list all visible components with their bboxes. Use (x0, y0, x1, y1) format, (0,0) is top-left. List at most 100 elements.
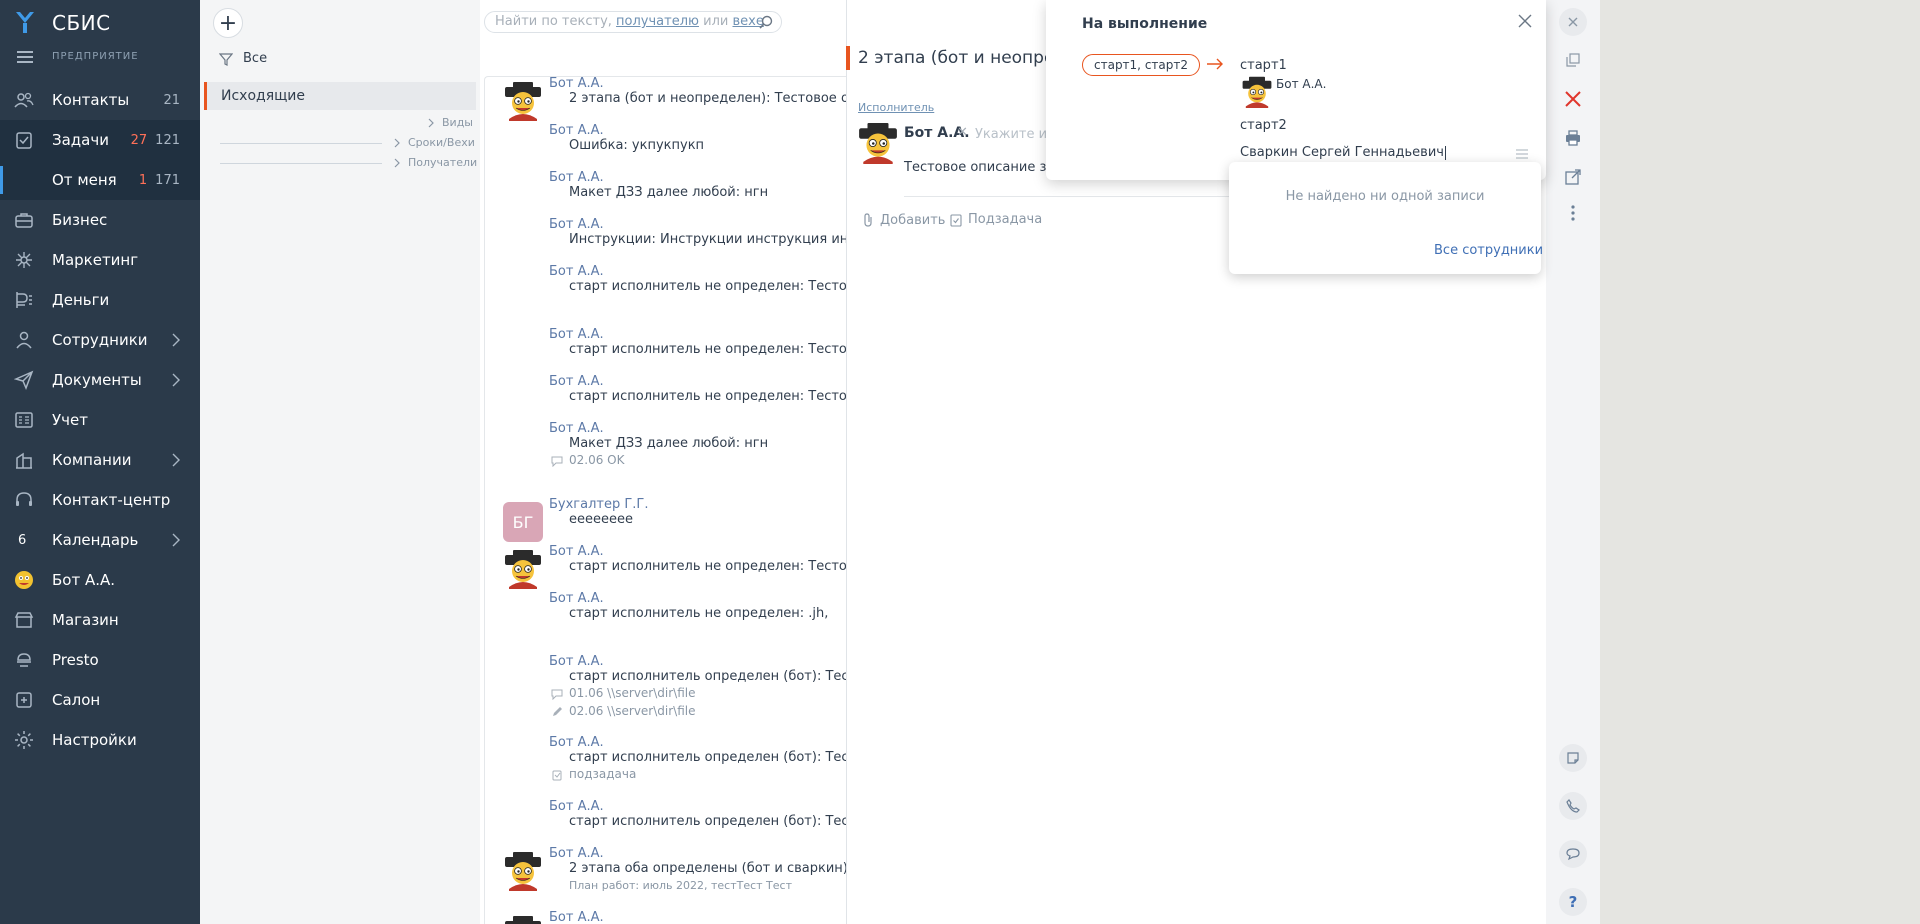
task-text: 2 этапа оба определены (бот и сваркин): … (569, 861, 846, 876)
filter-all[interactable]: Все (219, 51, 267, 66)
nav-item-profile[interactable]: Бот А.А. (0, 560, 200, 600)
close-card-button[interactable] (1559, 8, 1587, 36)
nav-item-calendar[interactable]: 6 Календарь (0, 520, 200, 560)
nav-item-settings[interactable]: Настройки (0, 720, 200, 760)
more-button[interactable] (1559, 199, 1587, 227)
task-author[interactable]: Бот А.А. (549, 544, 604, 559)
executor-label[interactable]: Исполнитель (858, 101, 934, 114)
group-deadlines[interactable]: Сроки/Вехи (392, 136, 475, 149)
search-by-recipient-link[interactable]: получателю (616, 14, 699, 29)
list-icon[interactable] (1516, 149, 1528, 159)
task-status-marker (846, 46, 850, 70)
group-views[interactable]: Виды (426, 116, 473, 129)
nav-count: 21 (163, 92, 180, 108)
task-author[interactable]: Бухгалтер Г.Г. (549, 497, 649, 512)
nav-item-companies[interactable]: Компании (0, 440, 200, 480)
nav-label: Контакт-центр (52, 491, 171, 509)
group-label: Сроки/Вехи (408, 136, 475, 149)
logo[interactable]: СБИС (0, 0, 200, 44)
task-text: старт исполнитель не определен: Тестовое… (569, 279, 846, 294)
task-author[interactable]: Бот А.А. (549, 654, 604, 669)
task-author[interactable]: Бот А.А. (549, 374, 604, 389)
nav-item-from-me[interactable]: От меня 1 171 (0, 160, 200, 200)
nav-item-shop[interactable]: Магазин (0, 600, 200, 640)
external-link-icon (1565, 169, 1581, 185)
open-new-window-button[interactable] (1559, 163, 1587, 191)
chevron-right-icon[interactable] (168, 452, 184, 468)
copy-button[interactable] (1559, 46, 1587, 74)
nav-count-total: 171 (155, 172, 180, 188)
nav-item-employees[interactable]: Сотрудники (0, 320, 200, 360)
task-author[interactable]: Бот А.А. (549, 799, 604, 814)
note-button[interactable] (1559, 744, 1587, 772)
nav-item-business[interactable]: Бизнес (0, 200, 200, 240)
search-icon[interactable] (759, 15, 773, 29)
nav-item-documents[interactable]: Документы (0, 360, 200, 400)
attach-button[interactable]: Добавить (862, 212, 945, 228)
nav-item-contact-center[interactable]: Контакт-центр (0, 480, 200, 520)
task-author[interactable]: Бот А.А. (549, 170, 604, 185)
task-author[interactable]: Бот А.А. (549, 735, 604, 750)
next-stage-1[interactable]: старт1 (1240, 58, 1287, 73)
chevron-right-icon[interactable] (168, 332, 184, 348)
print-button[interactable] (1559, 124, 1587, 152)
nav-label: Учет (52, 411, 88, 429)
nav-item-tasks[interactable]: Задачи 27 121 (0, 120, 200, 160)
paperclip-icon (864, 213, 872, 227)
task-author[interactable]: Бот А.А. (549, 910, 604, 924)
task-text: Инструкции: Инструкции инструкция инстр … (569, 232, 846, 247)
search-input[interactable]: Найти по тексту, получателю или вехе (484, 11, 782, 33)
all-employees-link[interactable]: Все сотрудники (1434, 243, 1543, 258)
chevron-right-icon[interactable] (168, 532, 184, 548)
help-icon: ? (1568, 893, 1578, 911)
nav-item-accounting[interactable]: Учет (0, 400, 200, 440)
sidebar: СБИС ПРЕДПРИЯТИЕ Контакты 21 Задачи 27 12… (0, 0, 200, 924)
remove-executor-icon[interactable]: ✕ (957, 125, 968, 140)
employee-search-input[interactable]: Сваркин Сергей Геннадьевич (1240, 145, 1446, 160)
executor-input[interactable]: Укажите ис (975, 127, 1054, 142)
search-placeholder-or: или (703, 14, 729, 29)
call-button[interactable] (1559, 792, 1587, 820)
task-author[interactable]: Бот А.А. (549, 217, 604, 232)
subtask-button[interactable]: Подзадача (950, 212, 1042, 227)
task-author[interactable]: Бот А.А. (549, 77, 604, 91)
task-meta: подзадача (569, 767, 637, 781)
bot-avatar-icon (504, 851, 542, 891)
task-author[interactable]: Бот А.А. (549, 591, 604, 606)
current-stage-chip[interactable]: старт1, старт2 (1082, 54, 1200, 76)
task-text: Макет ДЗЗ далее любой: нгн (569, 185, 769, 200)
group-recipients[interactable]: Получатели (392, 156, 477, 169)
copy-icon (1566, 53, 1580, 67)
next-stage-2[interactable]: старт2 (1240, 118, 1287, 133)
help-button[interactable]: ? (1559, 888, 1587, 916)
close-icon[interactable] (1517, 13, 1533, 29)
task-text: старт исполнитель определен (бот): Тесто… (569, 750, 846, 765)
task-card-title[interactable]: 2 этапа (бот и неопре (858, 48, 1054, 68)
menu-icon[interactable] (17, 51, 33, 63)
bot-avatar-icon (1242, 76, 1272, 108)
chevron-right-icon[interactable] (168, 372, 184, 388)
nav-item-contacts[interactable]: Контакты 21 (0, 80, 200, 120)
chat-button[interactable] (1559, 840, 1587, 868)
task-author[interactable]: Бот А.А. (549, 264, 604, 279)
task-author[interactable]: Бот А.А. (549, 421, 604, 436)
delete-button[interactable] (1559, 85, 1587, 113)
task-author[interactable]: Бот А.А. (549, 123, 604, 138)
nav-label: Сотрудники (52, 331, 148, 349)
add-task-button[interactable]: + (213, 8, 243, 38)
task-meta: 01.06 \\server\dir\file (569, 686, 696, 700)
nav-count-total: 121 (155, 132, 180, 148)
task-description[interactable]: Тестовое описание зад (904, 160, 1063, 175)
nav-item-marketing[interactable]: Маркетинг (0, 240, 200, 280)
close-icon (1568, 17, 1578, 27)
folder-outgoing[interactable]: Исходящие (204, 82, 476, 110)
task-text: старт исполнитель определен (бот): Тесто… (569, 669, 846, 684)
nav-item-money[interactable]: Деньги (0, 280, 200, 320)
tasks-icon (14, 130, 34, 150)
background-area (1600, 0, 1920, 924)
nav-item-salon[interactable]: Салон (0, 680, 200, 720)
nav-item-presto[interactable]: Presto (0, 640, 200, 680)
task-author[interactable]: Бот А.А. (549, 327, 604, 342)
next-stage-1-user[interactable]: Бот А.А. (1276, 77, 1326, 91)
task-author[interactable]: Бот А.А. (549, 846, 604, 861)
